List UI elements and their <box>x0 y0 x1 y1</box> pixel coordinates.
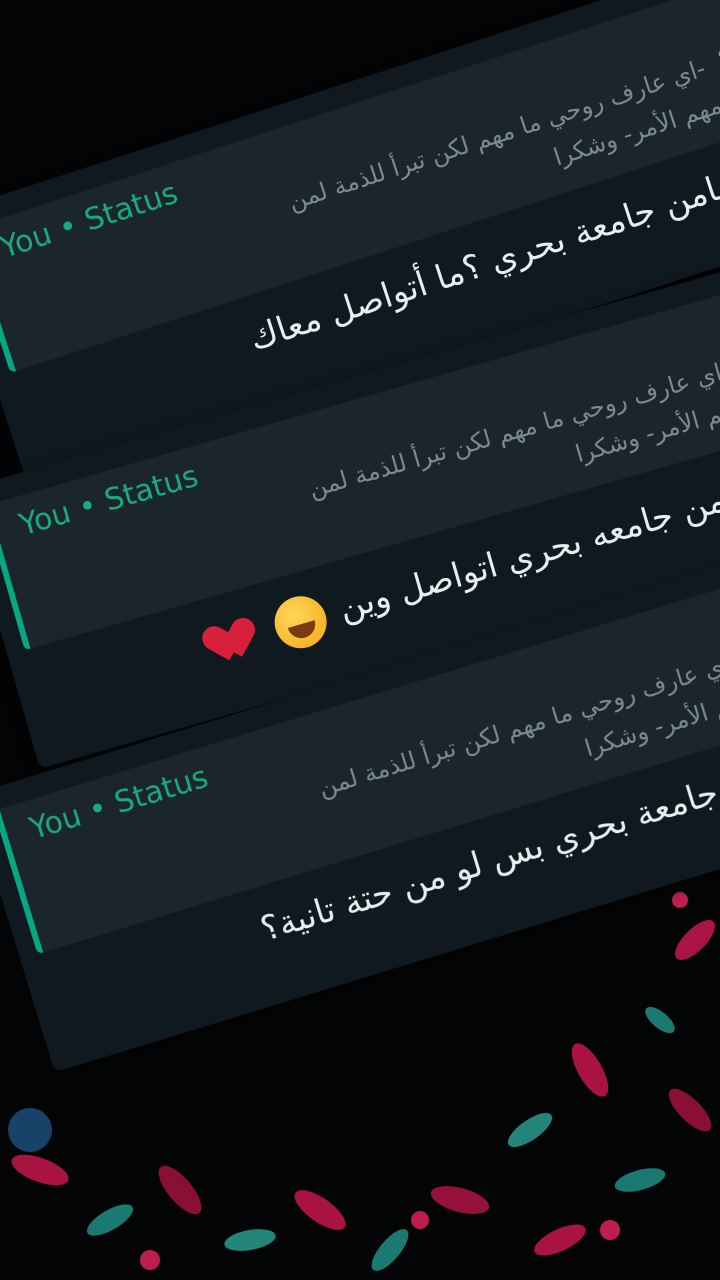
tears-of-joy-emoji-icon <box>268 589 334 655</box>
status-replies-collage: You • Status 🚶 -اي عارف روحي ما مهم لكن … <box>0 0 720 1280</box>
quote-text-line: 🚶 -اي عارف روحي ما مهم لكن تبرأ للذمة لم… <box>49 43 720 292</box>
broken-heart-emoji-icon <box>208 614 264 667</box>
walking-person-icon: 🚶 <box>708 46 720 79</box>
